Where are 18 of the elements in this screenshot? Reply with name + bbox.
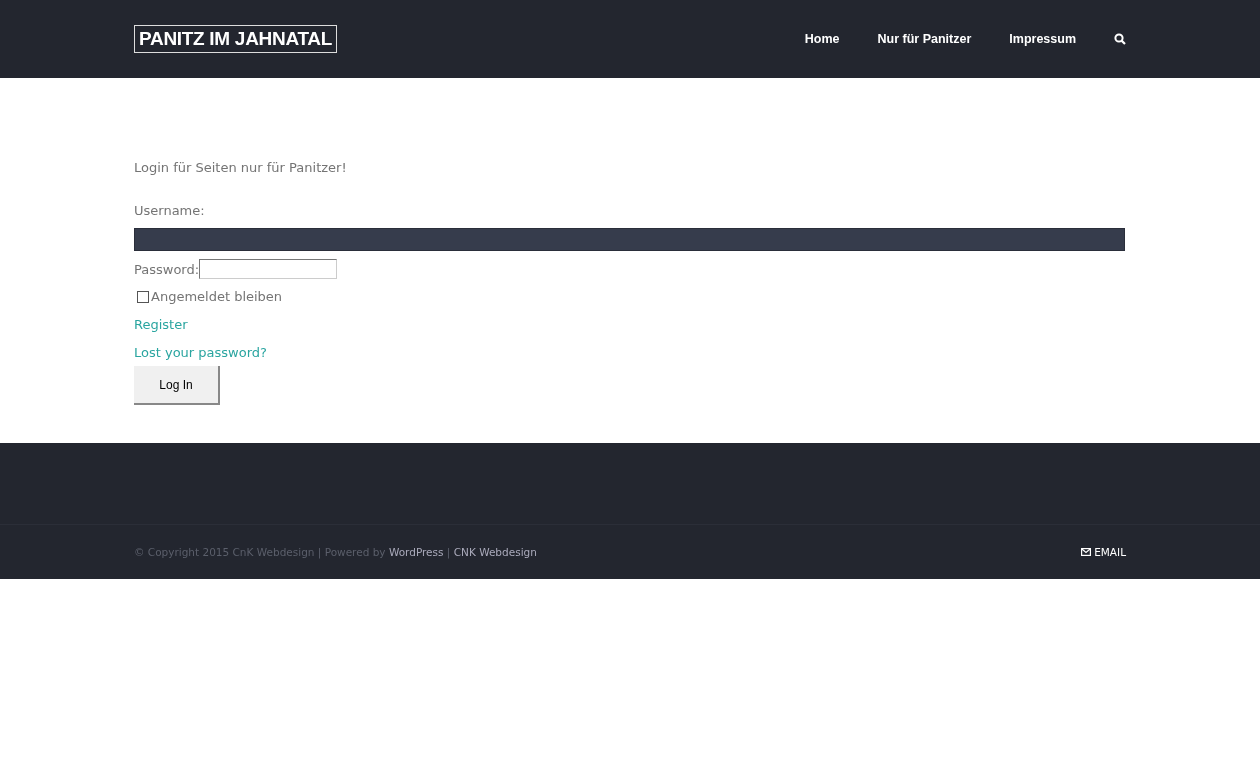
login-button[interactable]: Log In: [134, 366, 220, 405]
site-logo[interactable]: PANITZ IM JAHNATAL: [134, 25, 338, 53]
footer-link[interactable]: WordPress: [388, 546, 444, 558]
nav-link[interactable]: Nur für Panitzer: [877, 32, 972, 46]
password-label: Password:: [134, 261, 200, 277]
nav-link[interactable]: Impressum: [1009, 32, 1076, 46]
nav-link[interactable]: Home: [804, 32, 840, 46]
remember-label: Angemeldet bleiben: [151, 289, 283, 304]
intro-text: Login für Seiten nur für Panitzer!: [134, 160, 348, 175]
username-field[interactable]: [134, 228, 1125, 251]
search-icon[interactable]: [1114, 33, 1126, 45]
envelope-icon: [1081, 548, 1092, 556]
password-field[interactable]: [199, 259, 338, 279]
copyright-text: © Copyright 2015 CnK Webdesign | Powered by WordPress | CNK Webdesign: [134, 546, 537, 558]
footer-link[interactable]: CNK Webdesign: [453, 546, 537, 558]
username-label: Username:: [134, 203, 206, 218]
remember-checkbox[interactable]: [137, 290, 149, 303]
email-link[interactable]: EMAIL: [1081, 546, 1126, 558]
